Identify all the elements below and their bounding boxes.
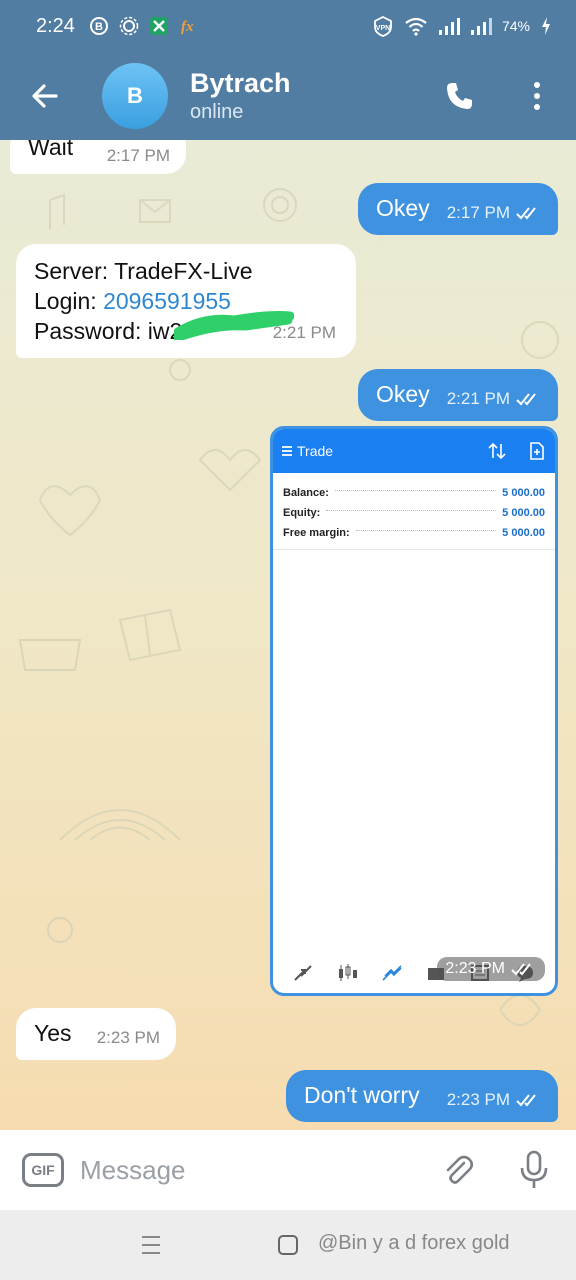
trade-row: Balance: 5 000.00: [283, 483, 545, 503]
svg-text:VPN: VPN: [376, 25, 390, 32]
message-bubble-incoming[interactable]: Yes 2:23 PM: [16, 1008, 176, 1060]
avatar[interactable]: B: [102, 63, 168, 129]
gif-button[interactable]: GIF: [22, 1153, 64, 1187]
image-time-badge: 2:23 PM: [437, 957, 545, 981]
trade-row: Equity: 5 000.00: [283, 503, 545, 523]
row-label: Balance:: [283, 487, 329, 499]
status-bar: 2:24 B fx VPN 74%: [0, 0, 576, 52]
recent-apps-button[interactable]: [140, 1234, 162, 1261]
message-bubble-outgoing[interactable]: Don't worry 2:23 PM: [286, 1070, 558, 1122]
message-meta: 2:17 PM: [447, 203, 542, 223]
home-button[interactable]: [278, 1235, 298, 1260]
trade-tab-icon: [382, 965, 402, 981]
svg-text:B: B: [95, 21, 103, 33]
attach-button[interactable]: [438, 1150, 478, 1190]
fx-icon: fx: [179, 16, 199, 36]
message-text: Don't worry: [304, 1082, 420, 1108]
message-composer: GIF: [0, 1130, 576, 1210]
excel-icon: [149, 16, 169, 36]
voice-button[interactable]: [514, 1150, 554, 1190]
message-meta: 2:21 PM: [447, 389, 542, 409]
call-button[interactable]: [435, 52, 485, 140]
row-label: Equity:: [283, 507, 321, 519]
status-time: 2:24: [36, 14, 75, 37]
chat-title[interactable]: Bytrach online: [190, 68, 291, 124]
recents-icon: [142, 1236, 160, 1254]
more-button[interactable]: [512, 52, 562, 140]
row-value: 5 000.00: [502, 507, 545, 519]
message-bubble-outgoing[interactable]: Okey 2:17 PM: [358, 183, 558, 235]
chat-status: online: [190, 101, 244, 123]
trade-toolbar: Trade: [273, 429, 555, 473]
message-text: Yes: [34, 1020, 72, 1046]
chat-area[interactable]: Wait 2:17 PM Okey 2:17 PM Server: TradeF…: [0, 140, 576, 1130]
message-time: 2:23 PM: [96, 1028, 160, 1047]
gear-like-icon: [119, 16, 139, 36]
back-button[interactable]: [0, 52, 90, 140]
message-time: 2:23 PM: [446, 1090, 510, 1109]
battery-percent: 74%: [501, 18, 530, 34]
chat-name: Bytrach: [190, 68, 291, 98]
status-right: VPN 74%: [372, 15, 552, 37]
redaction-scribble: [174, 311, 294, 340]
chart-candles-icon: [339, 964, 358, 981]
watermark-text: @Bin y a d forex gold: [318, 1232, 510, 1254]
double-check-icon: [516, 393, 536, 406]
arrow-left-icon: [32, 84, 58, 108]
wifi-icon: [404, 16, 428, 36]
trade-row: Free margin: 5 000.00: [283, 523, 545, 543]
image-message[interactable]: Trade Balance: 5 000.00 Equity: 5 000.00 F…: [270, 426, 558, 996]
menu-icon: [282, 446, 292, 456]
message-bubble-outgoing[interactable]: Okey 2:21 PM: [358, 369, 558, 421]
message-bubble-incoming[interactable]: Server: TradeFX-Live Login: 2096591955 P…: [16, 244, 356, 358]
b-badge-icon: B: [89, 16, 109, 36]
svg-text:fx: fx: [181, 19, 194, 35]
row-value: 5 000.00: [502, 487, 545, 499]
new-order-icon: [530, 442, 544, 460]
double-check-icon: [516, 207, 536, 220]
home-square-icon: [278, 1235, 298, 1255]
message-bubble-incoming[interactable]: Wait 2:17 PM: [10, 140, 186, 174]
message-input[interactable]: [80, 1154, 420, 1186]
microphone-icon: [520, 1150, 548, 1188]
vpn-icon: VPN: [372, 15, 394, 37]
message-time: 2:17 PM: [106, 146, 170, 165]
more-vertical-icon: [534, 82, 540, 110]
trade-summary: Balance: 5 000.00 Equity: 5 000.00 Free ma…: [273, 473, 555, 550]
message-text: Okey: [376, 381, 430, 407]
chat-header: B Bytrach online: [0, 52, 576, 140]
row-value: 5 000.00: [502, 527, 545, 539]
trade-title: Trade: [297, 443, 334, 459]
row-label: Free margin:: [283, 527, 350, 539]
system-navigation-bar: @Bin y a d forex gold: [0, 1210, 576, 1280]
double-check-icon: [511, 963, 531, 976]
status-app-icons: B fx: [89, 16, 199, 36]
server-line: Server: TradeFX-Live: [34, 258, 253, 284]
signal-icon-1: [438, 16, 460, 36]
message-text: Wait: [28, 140, 74, 160]
signal-icon-2: [470, 16, 492, 36]
sort-icon: [488, 442, 506, 460]
message-meta: 2:23 PM: [447, 1090, 542, 1110]
double-check-icon: [516, 1094, 536, 1107]
message-time: 2:21 PM: [446, 389, 510, 408]
phone-icon: [447, 83, 472, 109]
login-label: Login:: [34, 288, 104, 314]
message-time: 2:23 PM: [445, 960, 505, 977]
message-text: Okey: [376, 195, 430, 221]
message-time: 2:17 PM: [446, 203, 510, 222]
quotes-icon: [294, 965, 312, 981]
charging-icon: [540, 16, 552, 36]
paperclip-icon: [446, 1155, 474, 1184]
